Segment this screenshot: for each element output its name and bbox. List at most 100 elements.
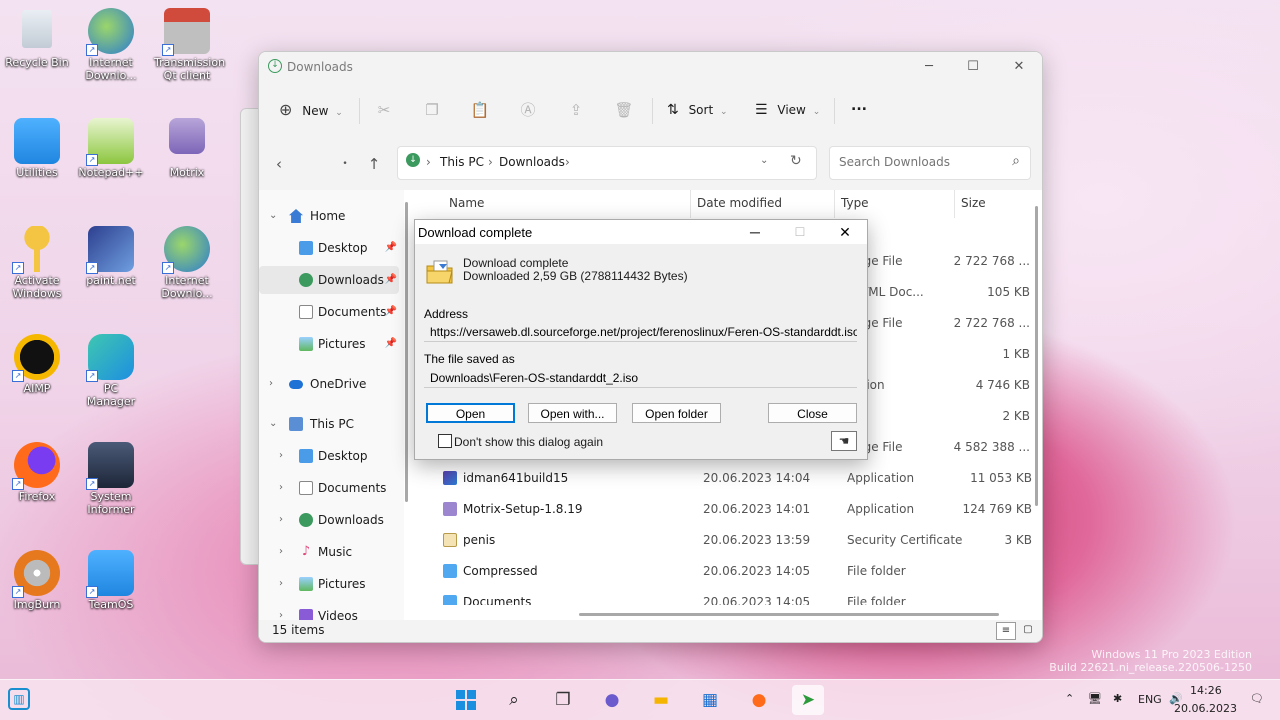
delete-icon[interactable]: 🗑 bbox=[614, 100, 634, 120]
chevron-up-icon[interactable]: ⌃ bbox=[1065, 692, 1074, 705]
close-button[interactable]: ✕ bbox=[825, 220, 865, 244]
maximize-button[interactable]: ☐ bbox=[953, 56, 993, 78]
hand-cursor-icon[interactable]: ☚ bbox=[831, 431, 857, 451]
shortcut-arrow-icon: ↗ bbox=[86, 44, 98, 56]
nav-pc-downloads[interactable]: › Downloads bbox=[259, 506, 399, 534]
sort-button[interactable]: ⇅ Sort ⌄ bbox=[667, 98, 728, 122]
desktop-icon-activate-windows[interactable]: ↗ Activate Windows bbox=[4, 226, 70, 300]
nav-downloads[interactable]: Downloads 📌 bbox=[259, 266, 399, 294]
view-button[interactable]: ☰ View ⌄ bbox=[755, 98, 820, 122]
search-input[interactable] bbox=[837, 154, 1001, 170]
dont-show-checkbox[interactable] bbox=[438, 434, 452, 448]
new-button[interactable]: ⊕ New ⌄ bbox=[279, 98, 343, 122]
share-icon[interactable]: ⇪ bbox=[566, 100, 586, 120]
network-icon[interactable]: 🖥 bbox=[1088, 692, 1102, 705]
recent-locations-icon[interactable]: • bbox=[333, 152, 357, 176]
paste-icon[interactable]: 📋 bbox=[470, 100, 490, 120]
desktop-icon-transmission[interactable]: ↗ Transmission Qt client bbox=[154, 8, 225, 82]
widgets-icon[interactable]: ▥ bbox=[8, 688, 30, 710]
address-field[interactable]: https://versaweb.dl.sourceforge.net/proj… bbox=[424, 322, 857, 342]
minimize-button[interactable]: ─ bbox=[735, 220, 775, 244]
nav-pictures[interactable]: Pictures 📌 bbox=[259, 330, 399, 358]
nav-pc-videos[interactable]: › Videos bbox=[259, 602, 399, 620]
desktop-icon-internet-download-manager[interactable]: ↗ Internet Downlo... bbox=[78, 8, 144, 82]
close-dialog-button[interactable]: Close bbox=[768, 403, 857, 423]
desktop-icon-teamos[interactable]: ↗ TeamOS bbox=[78, 550, 144, 611]
dialog-body: Download complete Downloaded 2,59 GB (27… bbox=[415, 244, 867, 459]
file-name: Documents bbox=[463, 595, 532, 605]
column-header-type[interactable]: Type bbox=[841, 196, 869, 218]
nav-desktop[interactable]: Desktop 📌 bbox=[259, 234, 399, 262]
store-icon[interactable]: ▦ bbox=[694, 685, 726, 715]
desktop-icon-label: Firefox bbox=[18, 490, 56, 503]
clock-date[interactable]: 20.06.2023 bbox=[1174, 702, 1237, 715]
nav-pc-documents[interactable]: › Documents bbox=[259, 474, 399, 502]
chevron-right-icon: › bbox=[279, 514, 283, 525]
table-row[interactable]: Compressed 20.06.2023 14:05 File folder bbox=[413, 556, 1028, 586]
title-bar[interactable]: ↓ Downloads ─ ☐ ✕ bbox=[259, 52, 1042, 82]
desktop-icon-notepadpp[interactable]: ↗ Notepad++ bbox=[78, 118, 144, 179]
desktop-icon-paintnet[interactable]: ↗ paint.net bbox=[78, 226, 144, 287]
nav-pc-desktop[interactable]: › Desktop bbox=[259, 442, 399, 470]
desktop-icon-recycle-bin[interactable]: Recycle Bin bbox=[4, 10, 70, 69]
table-row[interactable]: idman641build15 20.06.2023 14:04 Applica… bbox=[413, 463, 1032, 493]
desktop-icon-utilities[interactable]: Utilities bbox=[4, 118, 70, 179]
table-row[interactable]: penis 20.06.2023 13:59 Security Certific… bbox=[413, 525, 1032, 555]
nav-documents[interactable]: Documents 📌 bbox=[259, 298, 399, 326]
refresh-icon[interactable]: ↻ bbox=[790, 153, 802, 169]
desktop-icon-internet-download-2[interactable]: ↗ Internet Downlo... bbox=[154, 226, 220, 300]
breadcrumb-downloads[interactable]: Downloads bbox=[499, 155, 565, 169]
desktop-icon-firefox[interactable]: ↗ Firefox bbox=[4, 442, 70, 503]
table-row[interactable]: Motrix-Setup-1.8.19 20.06.2023 14:01 App… bbox=[413, 494, 1032, 524]
column-header-name[interactable]: Name bbox=[449, 196, 484, 218]
desktop-icon-pc-manager[interactable]: ↗ PC Manager bbox=[78, 334, 144, 408]
nav-pc-pictures[interactable]: › Pictures bbox=[259, 570, 399, 598]
open-folder-button[interactable]: Open folder bbox=[632, 403, 721, 423]
bluetooth-icon[interactable]: ✱ bbox=[1113, 692, 1122, 705]
nav-onedrive[interactable]: › OneDrive bbox=[259, 370, 399, 398]
notifications-icon[interactable]: 🗨 bbox=[1250, 692, 1264, 705]
table-row[interactable]: Documents 20.06.2023 14:05 File folder bbox=[413, 587, 1028, 605]
clock-time[interactable]: 14:26 bbox=[1190, 684, 1222, 697]
desktop-icon-system-informer[interactable]: ↗ System Informer bbox=[78, 442, 144, 516]
minimize-button[interactable]: ─ bbox=[909, 56, 949, 78]
search-icon[interactable]: ⌕ bbox=[498, 685, 530, 715]
horizontal-scrollbar[interactable] bbox=[579, 613, 999, 616]
nav-this-pc[interactable]: ⌄ This PC bbox=[259, 410, 399, 438]
rename-icon[interactable]: Ⓐ bbox=[518, 100, 538, 120]
vertical-scrollbar[interactable] bbox=[1035, 206, 1038, 506]
desktop-icon-aimp[interactable]: ↗ AIMP bbox=[4, 334, 70, 395]
file-explorer-icon[interactable]: ▬ bbox=[645, 685, 677, 715]
column-header-size[interactable]: Size bbox=[961, 196, 986, 218]
desktop-icon-imgburn[interactable]: ↗ ImgBurn bbox=[4, 550, 70, 611]
open-button[interactable]: Open bbox=[426, 403, 515, 423]
up-arrow-icon[interactable]: ↑ bbox=[362, 152, 386, 176]
details-view-icon[interactable]: ≡ bbox=[996, 622, 1016, 640]
file-date: 20.06.2023 14:05 bbox=[703, 595, 811, 605]
teams-chat-icon[interactable]: ● bbox=[596, 685, 628, 715]
task-view-icon[interactable]: ❐ bbox=[547, 685, 579, 715]
language-indicator[interactable]: ENG bbox=[1138, 693, 1162, 706]
firefox-icon[interactable]: ● bbox=[743, 685, 775, 715]
search-box[interactable]: ⌕ bbox=[829, 146, 1031, 180]
desktop-icon-motrix[interactable]: Motrix bbox=[154, 118, 220, 179]
close-button[interactable]: ✕ bbox=[999, 56, 1039, 78]
copy-icon[interactable]: ❐ bbox=[422, 100, 442, 120]
column-header-date[interactable]: Date modified bbox=[697, 196, 782, 218]
dialog-title-bar[interactable]: Download complete ─ ☐ ✕ bbox=[415, 220, 867, 244]
saved-as-field[interactable]: Downloads\Feren-OS-standarddt_2.iso bbox=[424, 368, 857, 388]
address-dropdown-icon[interactable]: ⌄ bbox=[760, 155, 768, 166]
back-arrow-icon[interactable]: ‹ bbox=[267, 152, 291, 176]
tiles-view-icon[interactable]: ▢ bbox=[1019, 622, 1037, 638]
open-with-button[interactable]: Open with... bbox=[528, 403, 617, 423]
breadcrumb-this-pc[interactable]: This PC bbox=[440, 155, 484, 169]
address-bar[interactable]: ↓ › This PC › Downloads › ⌄ ↻ bbox=[397, 146, 817, 180]
internet-download-manager-icon[interactable]: ➤ bbox=[792, 685, 824, 715]
nav-pc-music[interactable]: › ♪ Music bbox=[259, 538, 399, 566]
nav-scrollbar[interactable] bbox=[405, 202, 408, 502]
file-type: File folder bbox=[847, 595, 906, 605]
nav-home[interactable]: ⌄ Home bbox=[259, 202, 399, 230]
start-icon[interactable] bbox=[450, 685, 482, 715]
cut-icon[interactable]: ✂ bbox=[374, 100, 394, 120]
more-options-button[interactable]: ... bbox=[851, 94, 867, 118]
